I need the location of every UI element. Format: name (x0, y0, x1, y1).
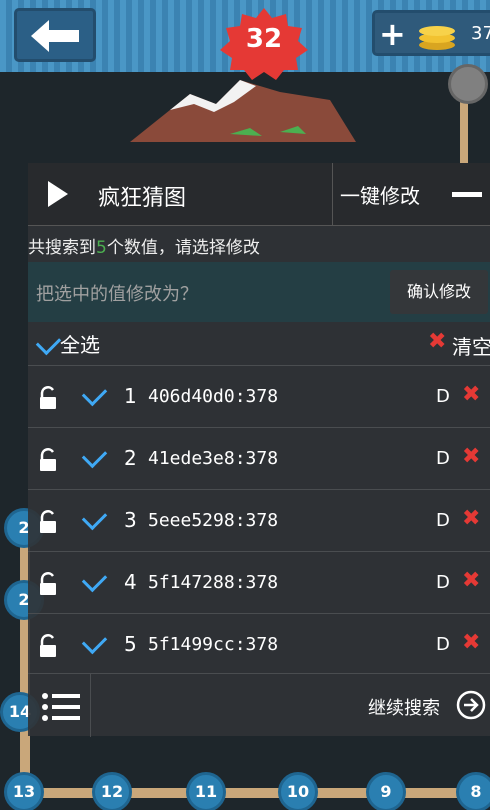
panel-title: 疯狂猜图 (98, 186, 187, 211)
list-menu-icon[interactable] (42, 692, 80, 722)
coin-amount: 37 (471, 23, 490, 44)
one-key-modify-button[interactable]: 一键修改 (340, 180, 420, 209)
unlock-icon[interactable] (38, 510, 60, 534)
row-address: 5eee5298:378 (148, 510, 279, 531)
delete-row-icon[interactable]: ✖ (462, 630, 480, 655)
board-node (448, 64, 488, 104)
continue-search-button[interactable]: 继续搜索 (368, 694, 440, 720)
row-checkbox[interactable] (81, 504, 108, 531)
row-checkbox[interactable] (81, 628, 108, 655)
panel-header: 疯狂猜图 一键修改 (28, 163, 490, 226)
delete-row-icon[interactable]: ✖ (462, 506, 480, 531)
result-row[interactable]: 5 5f1499cc:378 D ✖ (28, 613, 490, 674)
input-placeholder: 把选中的值修改为？ (36, 284, 198, 305)
row-index: 4 (124, 570, 137, 594)
row-address: 41ede3e8:378 (148, 448, 279, 469)
result-row[interactable]: 4 5f147288:378 D ✖ (28, 551, 490, 612)
play-icon[interactable] (48, 181, 68, 207)
back-arrow-icon (31, 20, 79, 52)
track-bottom (20, 788, 490, 798)
row-type: D (436, 448, 450, 469)
select-all-label[interactable]: 全选 (60, 329, 100, 358)
board-node: 12 (92, 772, 132, 810)
unlock-icon[interactable] (38, 386, 60, 410)
arrow-right-circle-icon[interactable] (456, 690, 486, 720)
row-type: D (436, 510, 450, 531)
add-coins-icon[interactable]: + (379, 15, 406, 53)
board-node: 9 (366, 772, 406, 810)
board-node: 13 (4, 772, 44, 810)
select-row: 全选 ✖ 清空 (28, 323, 490, 365)
status-count: 5 (96, 238, 107, 258)
result-row[interactable]: 3 5eee5298:378 D ✖ (28, 489, 490, 550)
search-status: 共搜索到5个数值，请选择修改 (28, 233, 260, 258)
coin-stack-icon (419, 26, 455, 50)
back-button[interactable] (14, 8, 96, 62)
minimize-icon[interactable] (452, 192, 482, 197)
coin-counter[interactable]: + 37 (372, 10, 490, 56)
row-checkbox[interactable] (81, 566, 108, 593)
row-index: 5 (124, 632, 137, 656)
select-all-checkbox[interactable] (35, 329, 62, 356)
header-divider (332, 163, 333, 225)
row-index: 3 (124, 508, 137, 532)
row-address: 5f1499cc:378 (148, 634, 279, 655)
row-index: 1 (124, 384, 137, 408)
mountain-illustration (130, 76, 360, 150)
panel-footer: 继续搜索 (28, 673, 490, 737)
row-type: D (436, 572, 450, 593)
delete-row-icon[interactable]: ✖ (462, 568, 480, 593)
board-node: 8 (456, 772, 490, 810)
delete-row-icon[interactable]: ✖ (462, 444, 480, 469)
level-number: 32 (245, 24, 283, 54)
unlock-icon[interactable] (38, 448, 60, 472)
row-type: D (436, 634, 450, 655)
status-suffix: 个数值，请选择修改 (106, 238, 260, 258)
clear-icon[interactable]: ✖ (428, 329, 446, 354)
unlock-icon[interactable] (38, 572, 60, 596)
board-node: 10 (278, 772, 318, 810)
row-type: D (436, 386, 450, 407)
board-node: 11 (186, 772, 226, 810)
row-address: 5f147288:378 (148, 572, 279, 593)
memory-search-panel: 疯狂猜图 一键修改 共搜索到5个数值，请选择修改 把选中的值修改为？ 确认修改 … (28, 163, 490, 737)
delete-row-icon[interactable]: ✖ (462, 382, 480, 407)
footer-divider (90, 674, 91, 737)
row-index: 2 (124, 446, 137, 470)
result-row[interactable]: 1 406d40d0:378 D ✖ (28, 365, 490, 426)
clear-label[interactable]: 清空 (452, 331, 490, 360)
row-checkbox[interactable] (81, 442, 108, 469)
row-checkbox[interactable] (81, 380, 108, 407)
row-address: 406d40d0:378 (148, 386, 279, 407)
result-row[interactable]: 2 41ede3e8:378 D ✖ (28, 427, 490, 488)
modify-value-input[interactable]: 把选中的值修改为？ 确认修改 (28, 262, 490, 322)
level-badge: 32 (216, 8, 312, 80)
unlock-icon[interactable] (38, 634, 60, 658)
status-prefix: 共搜索到 (28, 238, 96, 258)
confirm-modify-button[interactable]: 确认修改 (390, 270, 488, 314)
